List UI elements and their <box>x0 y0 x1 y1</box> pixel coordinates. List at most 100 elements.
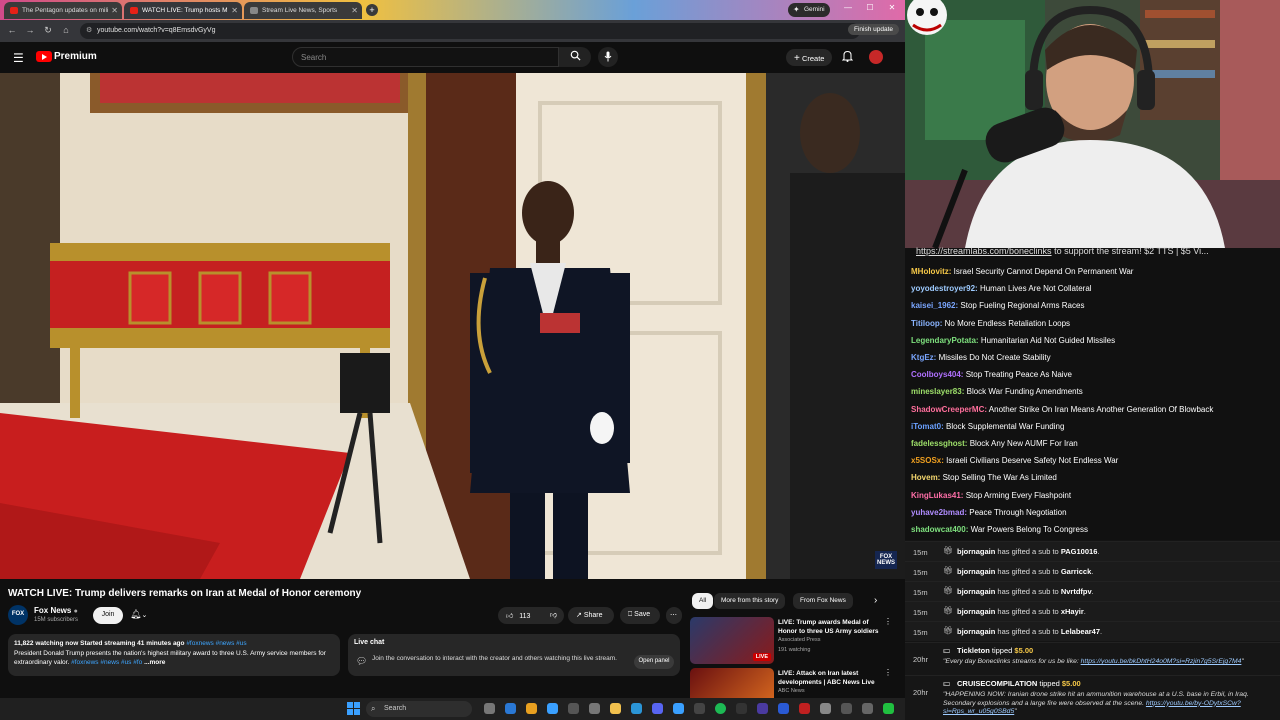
chip-all[interactable]: All <box>692 593 714 609</box>
chat-username[interactable]: KtgEz: <box>911 353 936 362</box>
youtube-premium-logo[interactable]: Premium <box>54 51 97 62</box>
more-actions-icon[interactable]: ⋯ <box>666 607 682 624</box>
description-tags[interactable]: #foxnews #news #us #fo <box>71 659 142 666</box>
open-panel-button[interactable]: Open panel <box>634 655 674 669</box>
search-input[interactable]: Search <box>292 47 559 67</box>
app-icon[interactable] <box>736 703 747 714</box>
chat-message: Coolboys404: Stop Treating Peace As Naiv… <box>911 370 1072 379</box>
app-icon[interactable] <box>799 703 810 714</box>
account-avatar[interactable] <box>869 50 883 64</box>
chrome-icon[interactable] <box>526 703 537 714</box>
create-button[interactable]: + Create <box>786 49 832 66</box>
app-icon[interactable] <box>757 703 768 714</box>
channel-name[interactable]: Fox News ● <box>34 606 78 615</box>
browser-tab[interactable]: The Pentagon updates on mili ✕ <box>4 2 122 19</box>
more-options-icon[interactable]: ⋮ <box>884 668 892 677</box>
notifications-bell-icon[interactable] <box>841 50 854 65</box>
new-tab-icon[interactable]: + <box>366 4 378 16</box>
app-icon[interactable] <box>778 703 789 714</box>
chat-text: No More Endless Retaliation Loops <box>944 318 1071 328</box>
app-icon[interactable] <box>673 703 684 714</box>
more-options-icon[interactable]: ⋮ <box>884 617 892 626</box>
chat-username[interactable]: mineslayer83: <box>911 387 964 396</box>
back-icon[interactable]: ← <box>6 25 18 35</box>
chat-username[interactable]: Coolboys404: <box>911 370 963 379</box>
finish-update-button[interactable]: Finish update <box>847 24 899 35</box>
chat-username[interactable]: iTomat0: <box>911 422 944 431</box>
forward-icon[interactable]: → <box>24 25 36 35</box>
task-view-icon[interactable] <box>484 703 495 714</box>
chat-username[interactable]: yoyodestroyer92: <box>911 284 978 293</box>
menu-icon[interactable]: ☰ <box>13 51 24 65</box>
recommended-video[interactable]: LIVE LIVE: Trump awards Medal of Honor t… <box>690 617 900 667</box>
app-icon[interactable] <box>589 703 600 714</box>
thumbs-down-icon[interactable]: 👎︎ <box>550 610 557 619</box>
chat-username[interactable]: fadelessghost: <box>911 439 967 448</box>
channel-avatar[interactable]: FOX <box>8 605 28 625</box>
microphone-icon[interactable] <box>598 47 618 67</box>
maximize-icon[interactable]: ☐ <box>862 3 878 17</box>
chat-username[interactable]: ShadowCreeperMC: <box>911 405 987 414</box>
app-icon[interactable] <box>820 703 831 714</box>
chevron-right-icon[interactable]: › <box>874 595 877 606</box>
recommended-title[interactable]: LIVE: Attack on Iran latest developments… <box>778 669 886 687</box>
chat-username[interactable]: shadowcat400: <box>911 525 968 534</box>
edge-icon[interactable] <box>505 703 516 714</box>
app-icon[interactable] <box>568 703 579 714</box>
taskbar-search[interactable]: ⌕ Search <box>366 701 472 717</box>
close-tab-icon[interactable]: ✕ <box>111 6 118 15</box>
app-icon[interactable] <box>694 703 705 714</box>
youtube-logo-icon[interactable] <box>36 51 52 62</box>
reload-icon[interactable]: ↻ <box>42 25 54 36</box>
subscription-bell-button[interactable]: 🔔︎⌄ <box>130 607 158 624</box>
app-icon[interactable] <box>841 703 852 714</box>
description-meta-tags[interactable]: #foxnews #news #us <box>186 640 246 647</box>
video-thumbnail[interactable]: LIVE <box>690 617 774 664</box>
chat-username[interactable]: MHolovitz: <box>911 267 951 276</box>
minimize-icon[interactable]: — <box>840 3 856 17</box>
chat-username[interactable]: KingLukas41: <box>911 491 963 500</box>
close-tab-icon[interactable]: ✕ <box>231 6 238 15</box>
alert-time: 15m <box>913 568 928 577</box>
discord-icon[interactable] <box>652 703 663 714</box>
url-field[interactable]: ⚙ youtube.com/watch?v=q8EmsdvGyVg <box>80 23 860 39</box>
chat-username[interactable]: Titiloop: <box>911 319 942 328</box>
chat-username[interactable]: Hovem: <box>911 473 940 482</box>
chip-more-from-story[interactable]: More from this story <box>714 593 786 609</box>
site-info-icon[interactable]: ⚙ <box>86 26 92 34</box>
video-thumbnail[interactable] <box>690 668 774 698</box>
app-icon[interactable] <box>631 703 642 714</box>
app-icon[interactable] <box>862 703 873 714</box>
app-icon[interactable] <box>883 703 894 714</box>
windows-start-icon[interactable] <box>347 702 360 715</box>
video-description[interactable]: 11,822 watching now Started streaming 41… <box>8 634 340 676</box>
chat-username[interactable]: kaisei_1962: <box>911 301 958 310</box>
chat-message: yoyodestroyer92: Human Lives Are Not Col… <box>911 284 1092 293</box>
file-explorer-icon[interactable] <box>610 703 621 714</box>
recommended-title[interactable]: LIVE: Trump awards Medal of Honor to thr… <box>778 618 886 636</box>
app-icon[interactable] <box>547 703 558 714</box>
join-button[interactable]: Join <box>93 607 123 624</box>
chip-from-fox-news[interactable]: From Fox News <box>793 593 853 609</box>
recommended-video[interactable]: LIVE: Attack on Iran latest developments… <box>690 668 900 698</box>
browser-tab[interactable]: Stream Live News, Sports ✕ <box>244 2 362 19</box>
save-button[interactable]: ⎕ Save <box>620 607 660 624</box>
search-glyph <box>570 50 581 61</box>
spotify-icon[interactable] <box>715 703 726 714</box>
chat-username[interactable]: yuhave2bmad: <box>911 508 967 517</box>
browser-tab-active[interactable]: WATCH LIVE: Trump hosts M ✕ <box>124 2 242 19</box>
gemini-button[interactable]: ✦ Gemini <box>788 3 830 17</box>
search-icon[interactable] <box>559 47 591 67</box>
video-player[interactable]: FOX NEWS <box>0 73 905 579</box>
show-more-link[interactable]: ...more <box>144 659 165 666</box>
share-button[interactable]: ↗ Share <box>568 607 614 624</box>
streamlabs-link[interactable]: https://streamlabs.com/boneclinks <box>916 246 1052 256</box>
tip-link[interactable]: https://youtu.be/bkDhtH24o0M?si=Rzjin7g5… <box>1081 658 1242 665</box>
close-tab-icon[interactable]: ✕ <box>351 6 358 15</box>
alert-text: bjornagain has gifted a sub to Nvrtdfpv. <box>957 587 1094 596</box>
close-window-icon[interactable]: ✕ <box>884 3 900 17</box>
chat-username[interactable]: LegendaryPotata: <box>911 336 979 345</box>
chat-username[interactable]: x5SOSx: <box>911 456 944 465</box>
home-icon[interactable]: ⌂ <box>60 25 72 35</box>
like-button[interactable]: 👍︎ 113 👎︎ <box>498 607 564 624</box>
